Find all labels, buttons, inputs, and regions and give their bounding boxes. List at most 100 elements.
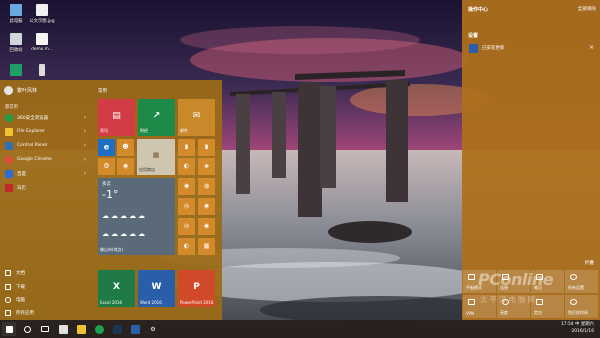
- tile-finance[interactable]: ↗ 财经: [138, 99, 175, 136]
- all-apps-link[interactable]: 所有应用: [2, 310, 34, 316]
- tile-settings[interactable]: ⚙: [98, 158, 115, 175]
- taskbar-app-store[interactable]: [56, 322, 70, 336]
- tile-app-g[interactable]: ◉: [198, 198, 215, 215]
- start-button[interactable]: [2, 322, 16, 336]
- clock-date: 2016/1/16: [571, 328, 594, 334]
- camera-icon: ◉: [122, 162, 129, 170]
- app-icon: ▮: [204, 143, 209, 151]
- app-icon: ◉: [203, 202, 210, 210]
- desktop-icon-demo-file[interactable]: demo.m...: [27, 33, 57, 52]
- tile-excel[interactable]: X Excel 2016: [98, 270, 135, 307]
- taskbar-app-word[interactable]: [128, 322, 142, 336]
- quick-action-quiet-hours[interactable]: 免打扰时间: [565, 295, 598, 318]
- app-item-file-explorer[interactable]: File Explorer ›: [2, 125, 92, 138]
- watermark-sub: 太平洋电脑网: [480, 295, 537, 304]
- recycle-bin-icon: [10, 33, 22, 45]
- tablet-icon: [468, 274, 475, 280]
- chrome-icon: [5, 155, 13, 164]
- chevron-right-icon[interactable]: ›: [84, 128, 86, 135]
- weather-condition: 多云: [102, 182, 111, 187]
- tile-calculator[interactable]: ▦: [198, 238, 215, 255]
- store-icon: [58, 324, 68, 334]
- tile-powerpoint[interactable]: P PowerPoint 2016: [178, 270, 215, 307]
- tile-app-b[interactable]: ▮: [198, 139, 215, 156]
- taskbar-app-photoshop[interactable]: [110, 322, 124, 336]
- all-apps-icon: [5, 310, 11, 316]
- app-icon: ◎: [183, 202, 190, 210]
- ime-indicator[interactable]: 中: [575, 322, 579, 327]
- chevron-right-icon[interactable]: ›: [84, 170, 86, 177]
- task-view-button[interactable]: [38, 322, 52, 336]
- desktop-icon-image-file[interactable]: 公文示图.jpg: [27, 4, 57, 24]
- start-left-column: 繁叶风林 最常用 360安全浏览器 › File Explorer › Cont…: [0, 80, 94, 320]
- chevron-right-icon[interactable]: ›: [84, 114, 86, 121]
- tile-app-h[interactable]: ◎: [178, 218, 195, 235]
- app-item-360-browser[interactable]: 360安全浏览器 ›: [2, 111, 92, 124]
- browser-360-icon: [5, 113, 13, 122]
- collapse-button[interactable]: 折叠: [585, 260, 594, 266]
- tile-app-i[interactable]: ◉: [198, 218, 215, 235]
- news-icon: ▤: [112, 110, 121, 121]
- power-icon: [5, 297, 11, 303]
- download-icon: [5, 284, 11, 290]
- documents-link[interactable]: 文档: [2, 270, 25, 276]
- tile-app-c[interactable]: ◐: [178, 158, 195, 175]
- downloads-link[interactable]: 下载: [2, 284, 25, 290]
- app-icon: ◉: [203, 222, 210, 230]
- app-icon: [10, 64, 22, 76]
- tile-store[interactable]: ▦ 应用商店: [137, 139, 175, 175]
- edge-icon: e: [103, 142, 110, 152]
- tile-app-e[interactable]: ◉: [178, 178, 195, 195]
- photos-icon: ☻: [122, 143, 129, 151]
- quick-action-all-settings[interactable]: 所有设置: [565, 270, 598, 293]
- chevron-right-icon[interactable]: ›: [84, 142, 86, 149]
- word-icon: [130, 324, 140, 334]
- user-account[interactable]: 繁叶风林: [4, 86, 37, 95]
- tile-photos[interactable]: ☻: [117, 139, 134, 156]
- chevron-right-icon[interactable]: ›: [84, 156, 86, 163]
- app-icon: ◐: [183, 242, 190, 250]
- tile-qq[interactable]: ◍: [198, 178, 215, 195]
- taskbar-clock[interactable]: 17:54 中 星期六 2016/1/16: [561, 322, 594, 335]
- taskbar-app-settings[interactable]: ⚙: [146, 322, 160, 336]
- most-used-label: 最常用: [5, 105, 18, 110]
- tile-word[interactable]: W Word 2016: [138, 270, 175, 307]
- taskbar-app-explorer[interactable]: [74, 322, 88, 336]
- moon-icon: [570, 299, 577, 305]
- clear-all-button[interactable]: 全部清除: [578, 6, 596, 12]
- tile-app-d[interactable]: ◈: [198, 158, 215, 175]
- close-icon[interactable]: ×: [589, 44, 594, 51]
- taskbar-app-360[interactable]: [92, 322, 106, 336]
- app-item-google-chrome[interactable]: Google Chrome ›: [2, 153, 92, 166]
- clock-time: 17:54: [560, 322, 574, 327]
- tile-app-f[interactable]: ◎: [178, 198, 195, 215]
- gear-icon: ⚙: [150, 325, 156, 333]
- taskbar-search[interactable]: [20, 322, 34, 336]
- power-link[interactable]: 电脑: [2, 297, 25, 303]
- task-view-icon: [41, 326, 49, 332]
- calendar-icon: [5, 183, 13, 192]
- mail-icon: ✉: [192, 110, 201, 121]
- tile-app-a[interactable]: ▮: [178, 139, 195, 156]
- tile-app-j[interactable]: ◐: [178, 238, 195, 255]
- folder-icon: [76, 324, 86, 334]
- app-item-calendar[interactable]: 日历: [2, 181, 92, 194]
- tile-edge[interactable]: e: [98, 139, 115, 156]
- gear-icon: ⚙: [103, 161, 110, 170]
- desktop-icon-shortcut[interactable]: [27, 64, 57, 78]
- tile-mail[interactable]: ✉ 邮件: [178, 99, 215, 136]
- tiles-group-label: 常用: [98, 89, 107, 94]
- folder-icon: [5, 127, 13, 136]
- notification-item[interactable]: 已安装更新 ×: [466, 42, 596, 56]
- tile-camera[interactable]: ◉: [117, 158, 134, 175]
- tile-weather[interactable]: 多云 -1° ☁☁☁☁☁ ☁☁☁☁☁ 佛山市(地点): [98, 178, 175, 255]
- app-icon: ◉: [183, 182, 190, 190]
- user-name: 繁叶风林: [17, 88, 38, 94]
- image-file-icon: [36, 4, 48, 16]
- notification-group-title: 设置: [468, 33, 479, 39]
- app-item-baidu[interactable]: 百度 ›: [2, 167, 92, 180]
- word-icon: W: [151, 281, 162, 292]
- app-item-control-panel[interactable]: Control Panel ›: [2, 139, 92, 152]
- tile-news[interactable]: ▤ 资讯: [98, 99, 135, 136]
- start-menu: 繁叶风林 最常用 360安全浏览器 › File Explorer › Cont…: [0, 80, 222, 320]
